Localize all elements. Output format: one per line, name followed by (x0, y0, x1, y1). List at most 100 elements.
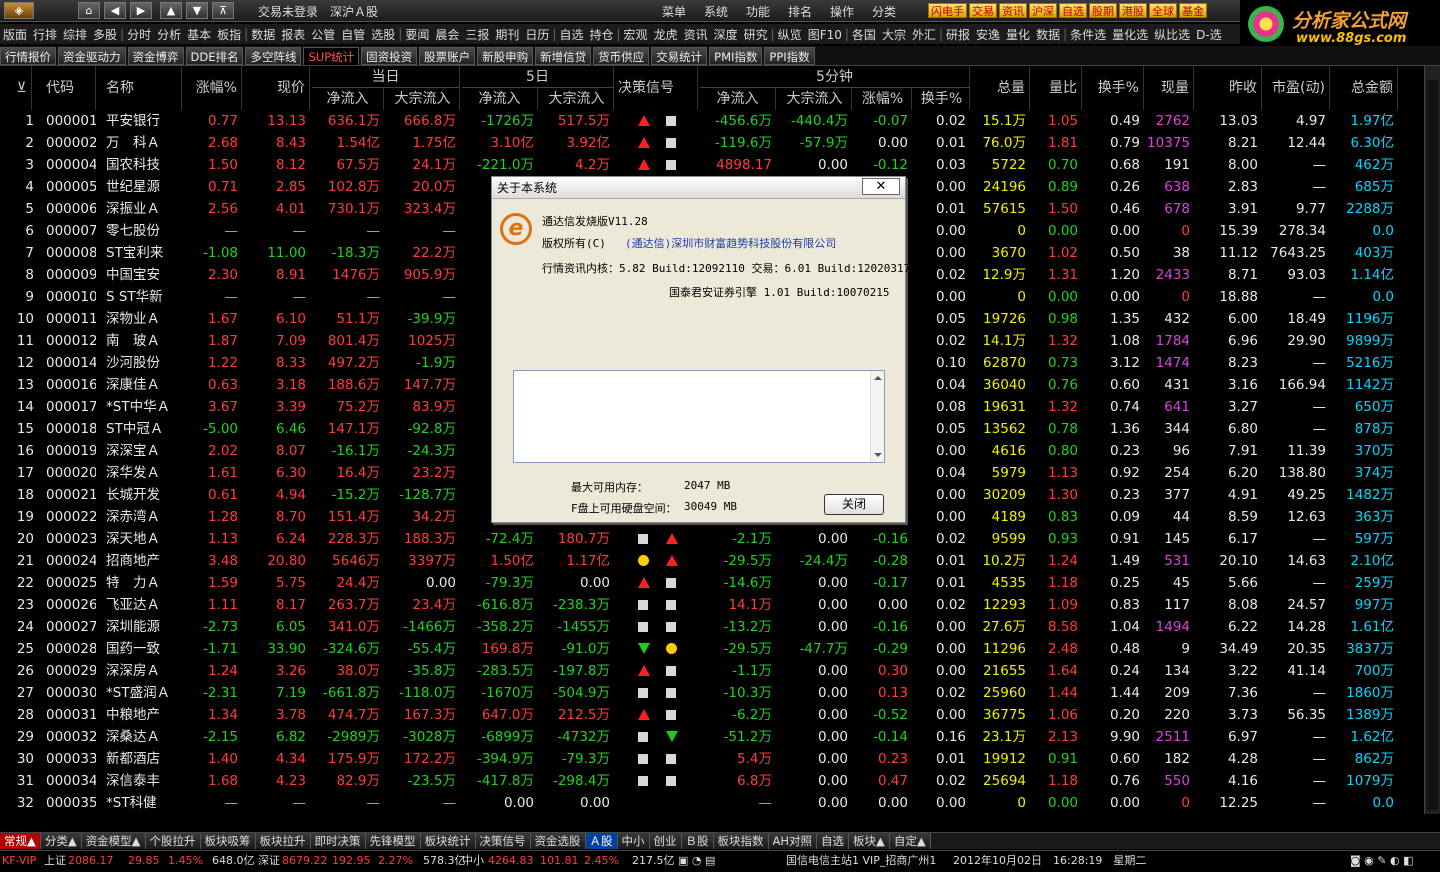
scroll-down-icon[interactable] (874, 453, 882, 457)
tab-item[interactable]: PPI指数 (764, 46, 815, 65)
menu-item[interactable]: 系统 (704, 3, 746, 20)
nav-item[interactable]: 安逸 (973, 26, 1003, 43)
nav-item[interactable]: 持仓 (586, 26, 616, 43)
scroll-up-icon[interactable] (874, 376, 882, 380)
table-row[interactable]: 1 000001 平安银行 0.77 13.13 636.1万 666.8万 -1726万 51… (0, 110, 1424, 132)
nav-item[interactable]: 图F10 (805, 26, 845, 43)
server-name[interactable]: 国信电信主站1 VIP_招商广州1 (786, 851, 936, 871)
column-header-ni5[interactable]: 净流入 (462, 88, 538, 110)
bottom-tab[interactable]: 常规▲ (0, 833, 41, 849)
tab-item[interactable]: 新股申购 (477, 46, 534, 65)
nav-item[interactable]: 公管 (308, 26, 338, 43)
quick-tag[interactable]: 沪深 (1029, 3, 1057, 18)
bottom-tab[interactable]: 决策信号 (475, 833, 531, 849)
home-icon[interactable]: ⌂ (78, 2, 100, 19)
table-row[interactable]: 25 000028 国药一致 -1.71 33.90 -324.6万 -55.4万 169.8… (0, 638, 1424, 660)
nav-item[interactable]: 多股 (90, 26, 120, 43)
column-header-bi5[interactable]: 大宗流入 (540, 88, 614, 110)
bottom-tab[interactable]: 先锋模型 (365, 833, 421, 849)
nav-item[interactable]: 量化 (1003, 26, 1033, 43)
quick-tag[interactable]: 股期 (1089, 3, 1117, 18)
tab-item[interactable]: 资金博弈 (127, 46, 184, 65)
vertical-scrollbar[interactable] (1424, 66, 1440, 814)
menu-item[interactable]: 分类 (872, 3, 914, 20)
nav-item[interactable]: 外汇 (909, 26, 939, 43)
top-icon[interactable]: ⊼ (212, 2, 234, 19)
nav-item[interactable]: 版面 (0, 26, 30, 43)
nav-item[interactable]: 行排 (30, 26, 60, 43)
tab-item[interactable]: SUP统计 (303, 46, 360, 65)
column-header-nim[interactable]: 净流入 (700, 88, 776, 110)
table-row[interactable]: 24 000027 深圳能源 -2.73 6.05 341.0万 -1466万 -358.2万… (0, 616, 1424, 638)
nav-item[interactable]: 龙虎 (651, 26, 681, 43)
nav-item[interactable]: 研究 (741, 26, 771, 43)
nav-item[interactable]: 纵比选 (1151, 26, 1193, 43)
nav-item[interactable]: 资讯 (681, 26, 711, 43)
tab-item[interactable]: 股票账户 (419, 46, 476, 65)
nav-item[interactable]: 条件选 (1067, 26, 1109, 43)
table-row[interactable]: 30 000033 新都酒店 1.40 4.34 175.9万 172.2万 -394.9万 -… (0, 748, 1424, 770)
bottom-tab[interactable]: 板块统计 (420, 833, 476, 849)
quick-tag[interactable]: 港股 (1119, 3, 1147, 18)
bottom-tab[interactable]: 板块拉升 (255, 833, 311, 849)
tab-item[interactable]: 固资投资 (361, 46, 418, 65)
nav-item[interactable]: 晨会 (432, 26, 462, 43)
scrollbar-thumb[interactable] (1427, 80, 1438, 810)
dialog-close-icon[interactable]: ✕ (862, 178, 900, 195)
tab-item[interactable]: DDE排名 (185, 46, 244, 65)
page-up-icon[interactable]: ▲ (160, 2, 182, 19)
bottom-tab[interactable]: 个股拉升 (145, 833, 201, 849)
column-header-chm[interactable]: 涨幅% (854, 88, 912, 110)
nav-item[interactable]: 自管 (338, 26, 368, 43)
tab-item[interactable]: 交易统计 (651, 46, 708, 65)
table-row[interactable]: 21 000024 招商地产 3.48 20.80 5646万 3397万 1.50亿 1.17… (0, 550, 1424, 572)
column-header-bim[interactable]: 大宗流入 (778, 88, 852, 110)
table-row[interactable]: 32 000035 *ST科健 — — — —0.00 0.00—0.00 0.00 0.00 0 0… (0, 792, 1424, 814)
nav-item[interactable]: 分时 (124, 26, 154, 43)
table-row[interactable]: 23 000026 飞亚达Ａ 1.11 8.17 263.7万 23.4万 -616.8万 -2… (0, 594, 1424, 616)
nav-item[interactable]: 三报 (462, 26, 492, 43)
bottom-tab[interactable]: 板块指数 (713, 833, 769, 849)
quick-tag[interactable]: 基金 (1179, 3, 1207, 18)
bottom-tab[interactable]: 创业 (649, 833, 682, 849)
table-row[interactable]: 2 000002 万 科Ａ 2.68 8.43 1.54亿 1.75亿 3.10亿 3.92亿 -… (0, 132, 1424, 154)
nav-item[interactable]: 自选 (556, 26, 586, 43)
textarea-scrollbar[interactable] (870, 371, 884, 462)
tab-item[interactable]: 多空阵线 (245, 46, 302, 65)
bottom-tab[interactable]: 分类▲ (40, 833, 82, 849)
nav-item[interactable]: 板指 (214, 26, 244, 43)
back-icon[interactable]: ◀ (104, 2, 126, 19)
quick-tag[interactable]: 交易 (969, 3, 997, 18)
table-row[interactable]: 20 000023 深天地Ａ 1.13 6.24 228.3万 188.3万 -72.4万 18… (0, 528, 1424, 550)
menu-item[interactable]: 功能 (746, 3, 788, 20)
table-row[interactable]: 26 000029 深深房Ａ 1.24 3.26 38.0万 -35.8万 -283.5万 -1… (0, 660, 1424, 682)
menu-item[interactable]: 菜单 (662, 3, 704, 20)
menu-item[interactable]: 排名 (788, 3, 830, 20)
forward-icon[interactable]: ▶ (130, 2, 152, 19)
nav-item[interactable]: 宏观 (621, 26, 651, 43)
column-header-ni[interactable]: 净流入 (312, 88, 384, 110)
nav-item[interactable]: 基本 (184, 26, 214, 43)
bottom-tab[interactable]: 自定▲ (889, 833, 931, 849)
nav-item[interactable]: 综排 (60, 26, 90, 43)
bottom-tab[interactable]: AH对照 (768, 833, 818, 849)
nav-item[interactable]: 报表 (278, 26, 308, 43)
tab-item[interactable]: 新增信贷 (535, 46, 592, 65)
nav-item[interactable]: 期刊 (492, 26, 522, 43)
tab-item[interactable]: 货币供应 (593, 46, 650, 65)
nav-item[interactable]: 要闻 (402, 26, 432, 43)
company-link[interactable]: (通达信)深圳市财富趋势科技股份有限公司 (625, 235, 836, 251)
tab-item[interactable]: 资金驱动力 (58, 46, 126, 65)
nav-item[interactable]: 各国 (849, 26, 879, 43)
column-header-bi[interactable]: 大宗流入 (386, 88, 460, 110)
bottom-tab[interactable]: 资金选股 (530, 833, 586, 849)
nav-item[interactable]: 分析 (154, 26, 184, 43)
table-row[interactable]: 22 000025 特 力Ａ 1.59 5.75 24.4万 0.00 -79.3万 0.00 -… (0, 572, 1424, 594)
table-row[interactable]: 3 000004 国农科技 1.50 8.12 67.5万 24.1万 -221.0万 4.2万… (0, 154, 1424, 176)
quick-tag[interactable]: 自选 (1059, 3, 1087, 18)
nav-item[interactable]: 数据 (1033, 26, 1063, 43)
nav-item[interactable]: 数据 (248, 26, 278, 43)
tray-icons[interactable]: ◙ ◉ ✎ ◐ ◧ (1350, 851, 1413, 871)
quick-tag[interactable]: 闪电手 (928, 3, 967, 18)
bottom-tab[interactable]: 板块吸筹 (200, 833, 256, 849)
